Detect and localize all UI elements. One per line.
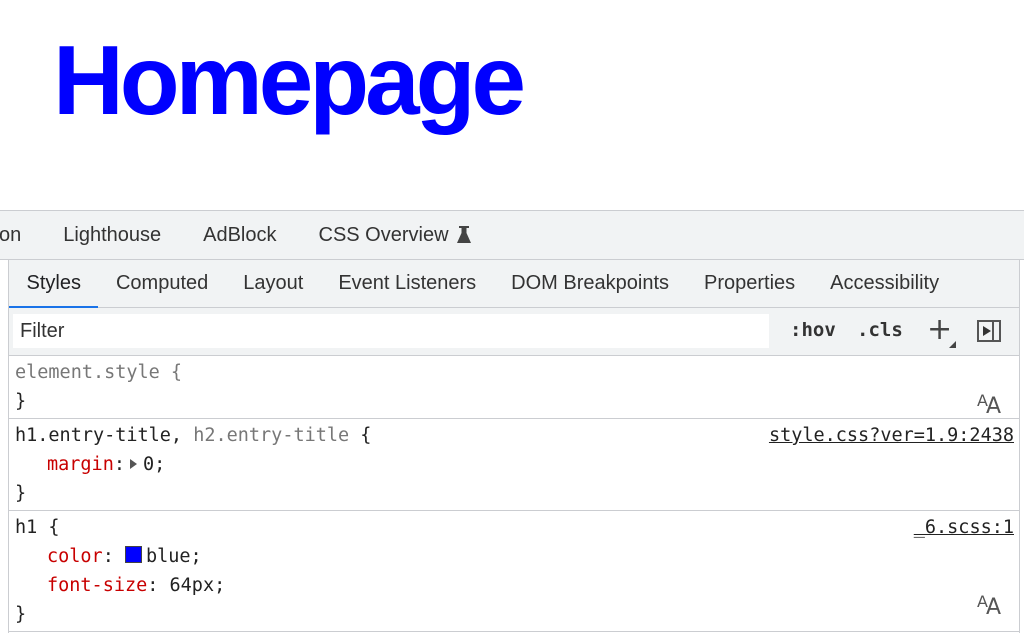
tab-partial[interactable]: on	[0, 224, 42, 247]
font-editor-icon[interactable]: AA	[977, 386, 1001, 419]
tab-css-overview[interactable]: CSS Overview	[298, 224, 492, 247]
selector-matched: h1.entry-title,	[15, 425, 183, 446]
style-rule-entry-title: h1.entry-title, h2.entry-title { margin:…	[9, 419, 1019, 511]
property-name[interactable]: color	[47, 546, 103, 567]
tab-label: Computed	[115, 272, 209, 294]
tab-styles[interactable]: Styles	[9, 260, 99, 308]
devtools-main-tabs: on Lighthouse AdBlock CSS Overview	[0, 211, 1024, 260]
tab-label: Styles	[26, 272, 81, 294]
rule-close-brace: }	[15, 391, 27, 412]
divider-bar	[992, 322, 994, 340]
selector-text: element.style {	[15, 362, 183, 383]
open-brace: {	[349, 425, 372, 446]
property-name[interactable]: margin	[47, 454, 114, 475]
css-declaration[interactable]: margin: 0;	[15, 450, 1013, 479]
hov-button[interactable]: :hov	[790, 319, 836, 341]
expand-shorthand-icon[interactable]	[129, 459, 137, 469]
rule-close-brace: }	[15, 604, 27, 625]
tab-label: on	[0, 223, 22, 246]
colon: :	[113, 454, 125, 475]
colon: :	[147, 575, 170, 596]
tab-label: Lighthouse	[63, 223, 162, 246]
rule-selector[interactable]: h1 {	[15, 513, 1013, 542]
property-value[interactable]: 64px;	[170, 575, 226, 596]
source-link[interactable]: style.css?ver=1.9:2438	[769, 421, 1014, 450]
page-viewport: Homepage	[0, 0, 1024, 210]
css-declaration[interactable]: font-size: 64px;	[15, 571, 1013, 600]
tab-computed[interactable]: Computed	[98, 260, 225, 307]
tab-label: AdBlock	[203, 223, 277, 246]
property-value[interactable]: blue;	[146, 546, 202, 567]
tab-label: DOM Breakpoints	[511, 272, 670, 294]
devtools-panel: on Lighthouse AdBlock CSS Overview Style…	[0, 210, 1024, 633]
tab-accessibility[interactable]: Accessibility	[813, 260, 957, 307]
color-swatch[interactable]	[124, 546, 142, 563]
rule-close-brace: }	[15, 483, 27, 504]
tab-lighthouse[interactable]: Lighthouse	[42, 224, 182, 247]
selector-unmatched: h2.entry-title	[182, 425, 350, 446]
new-style-rule-menu-indicator	[949, 341, 956, 348]
tab-label: CSS Overview	[318, 223, 449, 246]
tab-label: Layout	[243, 272, 304, 294]
tab-label: Event Listeners	[338, 272, 477, 294]
tab-label: Accessibility	[830, 272, 940, 294]
source-link[interactable]: _6.scss:1	[914, 513, 1014, 542]
left-gutter	[0, 260, 9, 633]
font-editor-icon[interactable]: AA	[977, 587, 1001, 620]
tab-dom-breakpoints[interactable]: DOM Breakpoints	[494, 260, 687, 307]
styles-toolbar: :hov .cls +	[9, 308, 1019, 356]
tab-layout[interactable]: Layout	[226, 260, 321, 307]
tab-label: Properties	[704, 272, 796, 294]
sidebar-toggle-icon[interactable]	[977, 320, 1001, 342]
property-name[interactable]: font-size	[47, 575, 147, 596]
styles-sidebar: Styles Computed Layout Event Listeners D…	[9, 260, 1020, 633]
style-rule-h1: h1 { color: blue; font-size: 64px; } _6.…	[9, 511, 1019, 632]
tab-properties[interactable]: Properties	[687, 260, 813, 307]
flask-icon	[456, 226, 471, 243]
filter-input[interactable]	[13, 314, 769, 348]
style-rule-element-style: element.style { } AA	[9, 356, 1019, 419]
page-heading: Homepage	[53, 25, 526, 135]
cls-button[interactable]: .cls	[857, 319, 903, 341]
play-triangle	[983, 326, 991, 336]
tab-event-listeners[interactable]: Event Listeners	[321, 260, 494, 307]
selector-text: h1 {	[15, 517, 60, 538]
rule-selector[interactable]: element.style {	[15, 358, 1013, 387]
property-value[interactable]: 0;	[143, 454, 165, 475]
css-declaration[interactable]: color: blue;	[15, 542, 1013, 571]
elements-sub-tabs: Styles Computed Layout Event Listeners D…	[9, 260, 1019, 308]
colon: :	[102, 546, 125, 567]
tab-adblock[interactable]: AdBlock	[182, 224, 297, 247]
